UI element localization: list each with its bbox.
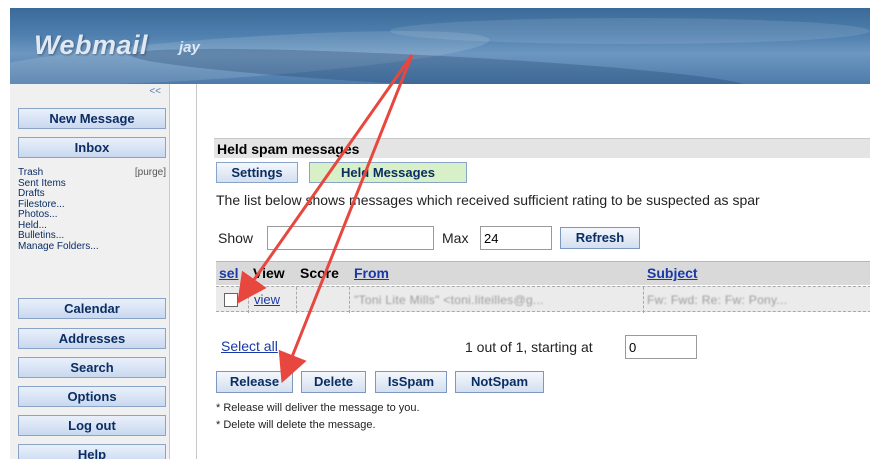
delete-button[interactable]: Delete bbox=[301, 371, 366, 393]
row-subject: Fw: Fwd: Re: Fw: Pony... bbox=[647, 293, 788, 307]
folder-item-manage[interactable]: Manage Folders... bbox=[18, 241, 166, 253]
col-score: Score bbox=[300, 265, 339, 281]
tab-settings[interactable]: Settings bbox=[216, 162, 298, 183]
table-header: sel View Score From Subject bbox=[216, 261, 870, 285]
main-content: Held spam messages Settings Held Message… bbox=[196, 84, 870, 459]
help-button[interactable]: Help bbox=[18, 444, 166, 459]
folder-item-bulletins[interactable]: Bulletins... bbox=[18, 230, 166, 242]
search-button[interactable]: Search bbox=[18, 357, 166, 378]
max-input[interactable] bbox=[480, 226, 552, 250]
release-note: * Release will deliver the message to yo… bbox=[216, 402, 420, 414]
col-from[interactable]: From bbox=[354, 265, 389, 281]
show-label: Show bbox=[218, 230, 254, 246]
show-input[interactable] bbox=[267, 226, 434, 250]
sidebar: << New Message Inbox Trash [purge] Sent … bbox=[10, 84, 170, 459]
view-link[interactable]: view bbox=[254, 292, 280, 307]
delete-note: * Delete will delete the message. bbox=[216, 419, 376, 431]
purge-link[interactable]: [purge] bbox=[135, 167, 166, 179]
col-sel[interactable]: sel bbox=[219, 265, 238, 281]
inbox-button[interactable]: Inbox bbox=[18, 137, 166, 158]
app-logo: Webmail bbox=[34, 30, 149, 60]
page-title: Held spam messages bbox=[214, 138, 870, 158]
refresh-button[interactable]: Refresh bbox=[560, 227, 640, 249]
select-all-link[interactable]: Select all bbox=[221, 338, 278, 354]
start-at-input[interactable] bbox=[625, 335, 697, 359]
tab-held-messages[interactable]: Held Messages bbox=[309, 162, 467, 183]
release-button[interactable]: Release bbox=[216, 371, 293, 393]
folder-item-trash[interactable]: Trash [purge] bbox=[18, 167, 166, 179]
folder-list: Trash [purge] Sent Items Drafts Filestor… bbox=[18, 167, 166, 253]
logout-button[interactable]: Log out bbox=[18, 415, 166, 436]
max-label: Max bbox=[442, 230, 469, 246]
collapse-sidebar-button[interactable]: << bbox=[149, 86, 161, 97]
pagination-text: 1 out of 1, starting at bbox=[465, 339, 593, 355]
app-header: Webmail jay bbox=[10, 8, 870, 84]
row-from: "Toni Lite Mills" <toni.liteilles@g... bbox=[354, 293, 544, 307]
row-select-checkbox[interactable] bbox=[224, 293, 238, 307]
username: jay bbox=[179, 39, 200, 56]
col-view: View bbox=[253, 265, 285, 281]
addresses-button[interactable]: Addresses bbox=[18, 328, 166, 349]
table-row: view "Toni Lite Mills" <toni.liteilles@g… bbox=[216, 286, 870, 313]
calendar-button[interactable]: Calendar bbox=[18, 298, 166, 319]
folder-item-drafts[interactable]: Drafts bbox=[18, 188, 166, 200]
notspam-button[interactable]: NotSpam bbox=[455, 371, 544, 393]
description-text: The list below shows messages which rece… bbox=[216, 192, 760, 208]
isspam-button[interactable]: IsSpam bbox=[375, 371, 447, 393]
options-button[interactable]: Options bbox=[18, 386, 166, 407]
col-subject[interactable]: Subject bbox=[647, 265, 698, 281]
new-message-button[interactable]: New Message bbox=[18, 108, 166, 129]
folder-item-photos[interactable]: Photos... bbox=[18, 209, 166, 221]
header-wave bbox=[390, 18, 870, 44]
